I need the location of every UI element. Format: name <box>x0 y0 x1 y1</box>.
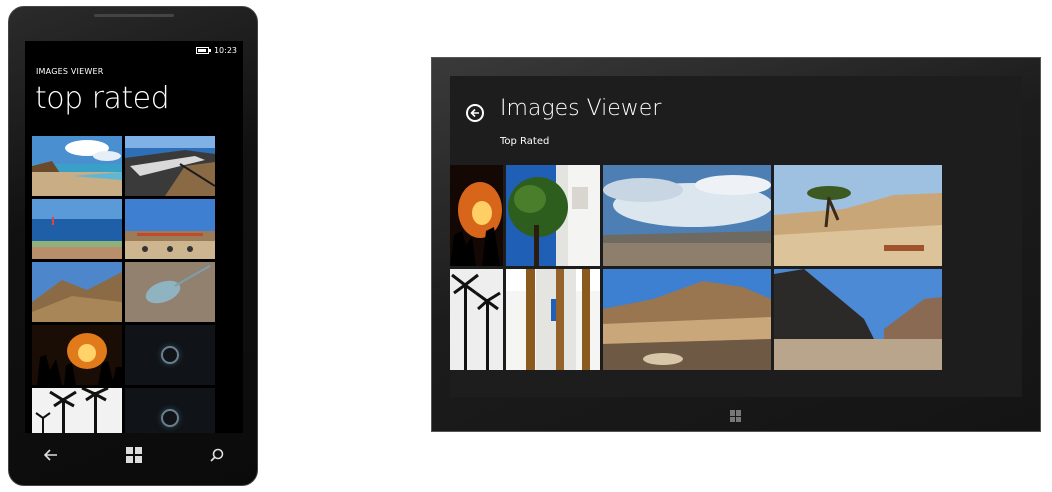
back-arrow-circle-icon[interactable] <box>466 104 484 122</box>
battery-icon <box>195 46 211 54</box>
photo-dark-mountain-valley[interactable] <box>774 269 942 370</box>
phone-screen: 10:23 IMAGES VIEWER top rated <box>25 41 243 433</box>
photo-palm-silhouettes[interactable] <box>32 388 122 433</box>
loading-ring-icon <box>161 346 179 364</box>
phone-hardware-nav <box>9 435 259 475</box>
page-title: top rated <box>35 81 170 116</box>
photo-pier-blue-sky[interactable] <box>125 199 215 259</box>
section-title: Top Rated <box>500 136 550 147</box>
photo-palm-trunks-building[interactable] <box>506 269 600 370</box>
photo-sea-horizon[interactable] <box>32 199 122 259</box>
photo-palm-silhouettes[interactable] <box>450 269 503 370</box>
windows-tablet-device: Images Viewer Top Rated <box>431 57 1041 432</box>
photo-desert-hills[interactable] <box>603 269 771 370</box>
back-arrow-icon[interactable] <box>36 440 66 470</box>
status-time: 10:23 <box>213 45 237 55</box>
search-icon[interactable] <box>202 440 232 470</box>
photo-stingray[interactable] <box>125 262 215 322</box>
photo-beach-lagoon[interactable] <box>32 136 122 196</box>
status-bar: 10:23 <box>195 45 237 55</box>
photo-cloudy-desert-sky[interactable] <box>603 165 771 266</box>
photo-tree-white-building[interactable] <box>506 165 600 266</box>
photo-grid <box>450 165 942 370</box>
photo-campfire-silhouettes[interactable] <box>32 325 122 385</box>
loading-placeholder <box>125 388 215 433</box>
photo-seaside-promenade[interactable] <box>125 136 215 196</box>
photo-acacia-tree-desert[interactable] <box>774 165 942 266</box>
windows-phone-device: 10:23 IMAGES VIEWER top rated <box>8 6 258 486</box>
windows-start-icon[interactable] <box>119 440 149 470</box>
phone-speaker <box>94 14 174 17</box>
loading-placeholder <box>125 325 215 385</box>
app-title: IMAGES VIEWER <box>36 67 104 76</box>
photo-campfire-silhouettes[interactable] <box>450 165 503 266</box>
tablet-screen: Images Viewer Top Rated <box>450 76 1022 397</box>
loading-ring-icon <box>161 409 179 427</box>
photo-desert-mountain[interactable] <box>32 262 122 322</box>
photo-grid <box>32 136 216 433</box>
windows-start-icon[interactable] <box>730 410 742 422</box>
app-title: Images Viewer <box>500 96 662 121</box>
